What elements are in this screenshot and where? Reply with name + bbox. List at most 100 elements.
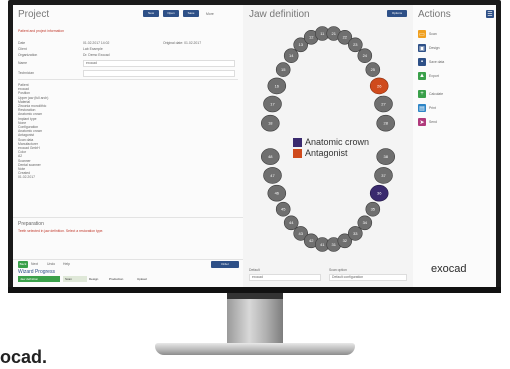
new-button[interactable]: New <box>143 10 159 17</box>
actions-panel: Actions ☰ ▭ Scan ▣ Design ▪ Save data ▲ … <box>413 5 496 287</box>
wizard-step-4[interactable]: Production <box>109 276 123 282</box>
tooth-37[interactable]: 37 <box>374 167 393 184</box>
legend-crown-label: Anatomic crown <box>305 137 370 147</box>
next-button[interactable]: Next <box>31 262 38 266</box>
tooth-number: 28 <box>383 121 388 126</box>
original-date: Original date: 01.02.2017 <box>163 41 202 45</box>
scan-option-value: Default configuration <box>332 275 364 279</box>
date-value: 01.02.2017 14:02 <box>83 41 110 45</box>
action-item-design[interactable]: ▣ Design <box>418 44 440 52</box>
save-icon: ▪ <box>418 58 426 66</box>
tooth-number: 44 <box>289 220 294 225</box>
default-select-value: exocad <box>252 275 263 279</box>
tooth-17[interactable]: 17 <box>263 95 282 113</box>
monitor-stand-shadow <box>227 293 283 299</box>
tooth-number: 18 <box>268 121 273 126</box>
name-select[interactable]: exocad <box>83 60 235 67</box>
dental-arch: 1817161514131211 212223242526272848474645… <box>260 26 395 252</box>
tooth-number: 43 <box>298 231 303 236</box>
action-item-save[interactable]: ▪ Save data <box>418 58 444 66</box>
action-item-print[interactable]: ▤ Print <box>418 104 436 112</box>
preparation-title: Preparation <box>18 221 44 227</box>
client-label: Client <box>18 47 27 51</box>
preparation-note: Teeth selected in jaw definition. Select… <box>18 229 104 233</box>
tooth-45[interactable]: 45 <box>275 201 291 217</box>
tooth-24[interactable]: 24 <box>357 48 373 64</box>
tooth-number: 25 <box>371 67 376 72</box>
action-label: Send <box>429 120 437 124</box>
help-button[interactable]: Help <box>63 262 70 266</box>
action-item-scan[interactable]: ▭ Scan <box>418 30 437 38</box>
open-button[interactable]: Open <box>163 10 179 17</box>
tooth-46[interactable]: 46 <box>267 184 287 202</box>
print-icon: ▤ <box>418 104 426 112</box>
technician-label: Technician <box>18 71 35 75</box>
action-label: Scan <box>429 32 437 36</box>
wizard-step-3[interactable]: Design <box>89 276 98 282</box>
tooth-33[interactable]: 33 <box>348 226 363 241</box>
scan-option-select[interactable]: Default configuration <box>329 274 407 281</box>
save-button[interactable]: Save <box>183 10 199 17</box>
action-item-export[interactable]: ▲ Export <box>418 72 439 80</box>
tooth-number: 14 <box>289 53 294 58</box>
undo-button[interactable]: Undo <box>47 262 55 266</box>
export-icon: ▲ <box>418 72 426 80</box>
tooth-25[interactable]: 25 <box>365 62 381 77</box>
menu-icon[interactable]: ☰ <box>486 10 494 18</box>
action-label: Export <box>429 74 439 78</box>
tooth-36[interactable]: 36 <box>369 184 389 202</box>
legend-crown-swatch <box>293 138 302 147</box>
tooth-26[interactable]: 26 <box>369 77 389 95</box>
legend-antagonist-swatch <box>293 149 302 158</box>
tooth-38[interactable]: 38 <box>376 148 395 165</box>
tooth-48[interactable]: 48 <box>260 148 280 165</box>
project-details: Patient exocad Position Upper jaw (full … <box>18 83 128 183</box>
tooth-16[interactable]: 16 <box>267 77 287 95</box>
default-label: Default <box>249 268 260 272</box>
tooth-27[interactable]: 27 <box>374 95 393 113</box>
tooth-15[interactable]: 15 <box>275 62 291 77</box>
tooth-47[interactable]: 47 <box>263 167 282 184</box>
more-link[interactable]: More <box>206 12 214 16</box>
organization-value: Dr. Demo Exocad <box>83 53 110 57</box>
tooth-14[interactable]: 14 <box>283 48 299 64</box>
tooth-23[interactable]: 23 <box>348 37 363 53</box>
action-label: Calculate <box>429 92 444 96</box>
wizard-step-2[interactable]: Scan <box>63 276 87 282</box>
tooth-number: 13 <box>298 42 303 47</box>
tooth-28[interactable]: 28 <box>376 114 395 132</box>
brand-text: ocad. <box>0 347 48 367</box>
tooth-18[interactable]: 18 <box>260 114 280 132</box>
tooth-number: 41 <box>320 242 325 247</box>
tooth-44[interactable]: 44 <box>283 215 299 231</box>
action-label: Design <box>429 46 440 50</box>
app-screen: Project New Open Save More Patient and p… <box>13 5 496 287</box>
name-select-value: exocad <box>86 61 97 65</box>
monitor-chin <box>8 287 501 293</box>
action-item-send[interactable]: ➤ Send <box>418 118 437 126</box>
tooth-number: 35 <box>371 207 376 212</box>
wizard-step-1[interactable]: Jaw definition <box>18 276 60 282</box>
project-panel: Project New Open Save More Patient and p… <box>13 5 244 287</box>
name-label: Name <box>18 61 28 65</box>
wizard-step-5[interactable]: Upload <box>137 276 147 282</box>
project-header-note: Patient and project information <box>18 29 64 33</box>
tooth-number: 42 <box>309 238 314 243</box>
tooth-34[interactable]: 34 <box>357 215 373 231</box>
tooth-number: 33 <box>353 231 358 236</box>
client-value: Lab Example <box>83 47 103 51</box>
wizard-title: Wizard Progress <box>18 269 55 275</box>
organization-label: Organization <box>18 53 38 57</box>
date-label: Date <box>18 41 26 45</box>
tooth-number: 26 <box>377 83 382 88</box>
tooth-35[interactable]: 35 <box>365 201 381 217</box>
default-select[interactable]: exocad <box>249 274 321 281</box>
tooth-number: 17 <box>270 101 275 106</box>
technician-select[interactable] <box>83 70 235 77</box>
order-button[interactable]: Order <box>211 261 239 268</box>
send-icon: ➤ <box>418 118 426 126</box>
action-item-calculate[interactable]: + Calculate <box>418 90 443 98</box>
action-label: Save data <box>429 60 445 64</box>
divider <box>18 79 238 80</box>
back-button[interactable]: Back <box>18 261 28 268</box>
